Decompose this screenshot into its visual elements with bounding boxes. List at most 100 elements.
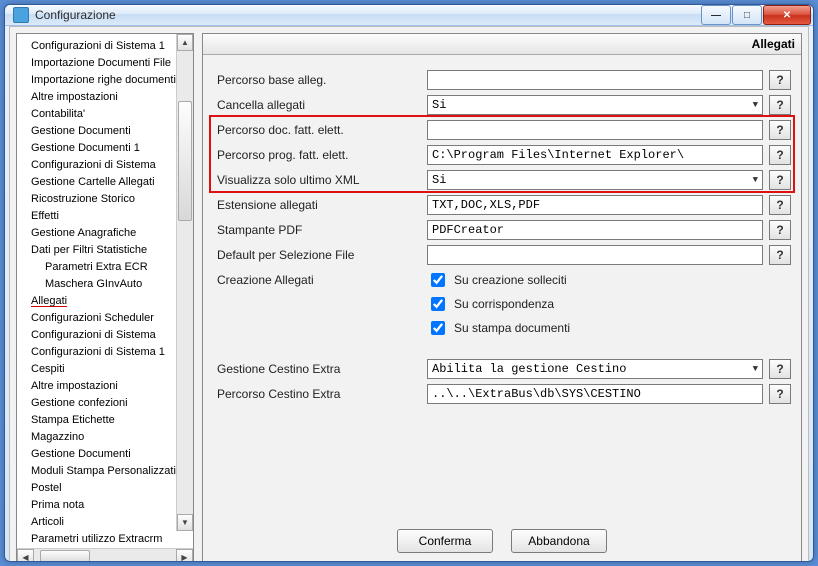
scroll-thumb-v[interactable]	[178, 101, 192, 221]
tree-item[interactable]: Gestione Anagrafiche	[17, 225, 193, 242]
app-icon	[13, 7, 29, 23]
row-cancella-allegati: Cancella allegati Si▼ ?	[213, 92, 791, 117]
checkbox-label-su-creazione: Su creazione solleciti	[454, 273, 567, 287]
label-estensione-allegati: Estensione allegati	[213, 198, 423, 212]
checkbox-su-corrispondenza[interactable]	[431, 297, 445, 311]
scroll-left-button[interactable]: ◀	[17, 549, 34, 562]
help-percorso-doc-fatt[interactable]: ?	[769, 120, 791, 140]
label-stampante-pdf: Stampante PDF	[213, 223, 423, 237]
chevron-down-icon: ▼	[753, 364, 758, 374]
maximize-button[interactable]: □	[732, 5, 762, 25]
help-stampante-pdf[interactable]: ?	[769, 220, 791, 240]
help-default-selezione[interactable]: ?	[769, 245, 791, 265]
tree-item[interactable]: Articoli	[17, 514, 193, 531]
label-percorso-base: Percorso base alleg.	[213, 73, 423, 87]
checkbox-row-su-stampa: Su stampa documenti	[213, 316, 791, 340]
label-percorso-cestino: Percorso Cestino Extra	[213, 387, 423, 401]
tree-item[interactable]: Gestione Documenti	[17, 446, 193, 463]
input-stampante-pdf[interactable]	[427, 220, 763, 240]
tree-item[interactable]: Magazzino	[17, 429, 193, 446]
tree-scrollbar-horizontal[interactable]: ◀ ▶	[17, 548, 193, 562]
tree-item[interactable]: Moduli Stampa Personalizzati	[17, 463, 193, 480]
tree-item[interactable]: Maschera GInvAuto	[17, 276, 193, 293]
scroll-down-button[interactable]: ▼	[177, 514, 193, 531]
abandon-button[interactable]: Abbandona	[511, 529, 607, 553]
row-gestione-cestino: Gestione Cestino Extra Abilita la gestio…	[213, 356, 791, 381]
checkbox-row-su-corrispondenza: Su corrispondenza	[213, 292, 791, 316]
combo-gestione-cestino[interactable]: Abilita la gestione Cestino ▼	[427, 359, 763, 379]
tree-item[interactable]: Allegati	[17, 293, 193, 310]
help-gestione-cestino[interactable]: ?	[769, 359, 791, 379]
navigation-tree[interactable]: Configurazioni di Sistema 1Importazione …	[17, 34, 193, 548]
tree-item[interactable]: Configurazioni Scheduler	[17, 310, 193, 327]
help-percorso-prog-fatt[interactable]: ?	[769, 145, 791, 165]
form-area: Percorso base alleg. ? Cancella allegati…	[203, 55, 801, 519]
app-window: Configurazione — □ ✕ Configurazioni di S…	[4, 4, 814, 562]
input-estensione-allegati[interactable]	[427, 195, 763, 215]
tree-item[interactable]: Effetti	[17, 208, 193, 225]
tree-item[interactable]: Cespiti	[17, 361, 193, 378]
close-button[interactable]: ✕	[763, 5, 811, 25]
window-title: Configurazione	[35, 8, 701, 22]
tree-item[interactable]: Altre impostazioni	[17, 89, 193, 106]
row-estensione-allegati: Estensione allegati ?	[213, 192, 791, 217]
combo-visualizza-ultimo-xml[interactable]: Si▼	[427, 170, 763, 190]
tree-item[interactable]: Gestione Documenti 1	[17, 140, 193, 157]
tree-item[interactable]: Stampa Etichette	[17, 412, 193, 429]
tree-item[interactable]: Contabilita'	[17, 106, 193, 123]
checkbox-label-su-stampa: Su stampa documenti	[454, 321, 570, 335]
row-visualizza-ultimo-xml: Visualizza solo ultimo XML Si▼ ?	[213, 167, 791, 192]
tree-item[interactable]: Importazione Documenti File	[17, 55, 193, 72]
checkbox-su-stampa[interactable]	[431, 321, 445, 335]
tree-item[interactable]: Configurazioni di Sistema 1	[17, 344, 193, 361]
tree-item[interactable]: Parametri Extra ECR	[17, 259, 193, 276]
scroll-right-button[interactable]: ▶	[176, 549, 193, 562]
tree-item[interactable]: Ricostruzione Storico	[17, 191, 193, 208]
tree-item[interactable]: Gestione Cartelle Allegati	[17, 174, 193, 191]
scroll-thumb-h[interactable]	[40, 550, 90, 562]
help-percorso-base[interactable]: ?	[769, 70, 791, 90]
tree-item[interactable]: Postel	[17, 480, 193, 497]
input-percorso-base[interactable]	[427, 70, 763, 90]
label-percorso-doc-fatt: Percorso doc. fatt. elett.	[213, 123, 423, 137]
input-percorso-cestino[interactable]	[427, 384, 763, 404]
minimize-button[interactable]: —	[701, 5, 731, 25]
row-percorso-doc-fatt: Percorso doc. fatt. elett. ?	[213, 117, 791, 142]
window-controls: — □ ✕	[701, 5, 811, 25]
input-percorso-doc-fatt[interactable]	[427, 120, 763, 140]
combo-cancella-allegati[interactable]: Si▼	[427, 95, 763, 115]
help-estensione-allegati[interactable]: ?	[769, 195, 791, 215]
tree-item[interactable]: Gestione Documenti	[17, 123, 193, 140]
client-area: Configurazioni di Sistema 1Importazione …	[9, 26, 809, 562]
tree-item[interactable]: Gestione confezioni	[17, 395, 193, 412]
help-percorso-cestino[interactable]: ?	[769, 384, 791, 404]
tree-item[interactable]: Configurazioni di Sistema 1	[17, 38, 193, 55]
scroll-track-h[interactable]	[34, 549, 176, 562]
input-default-selezione[interactable]	[427, 245, 763, 265]
label-visualizza-ultimo-xml: Visualizza solo ultimo XML	[213, 173, 423, 187]
checkbox-label-su-corrispondenza: Su corrispondenza	[454, 297, 554, 311]
help-cancella-allegati[interactable]: ?	[769, 95, 791, 115]
input-percorso-prog-fatt[interactable]	[427, 145, 763, 165]
checkbox-su-creazione[interactable]	[431, 273, 445, 287]
help-visualizza-ultimo-xml[interactable]: ?	[769, 170, 791, 190]
tree-item[interactable]: Prima nota	[17, 497, 193, 514]
scroll-track-v[interactable]	[177, 51, 193, 514]
label-gestione-cestino: Gestione Cestino Extra	[213, 362, 423, 376]
row-stampante-pdf: Stampante PDF ?	[213, 217, 791, 242]
titlebar: Configurazione — □ ✕	[5, 5, 813, 26]
label-cancella-allegati: Cancella allegati	[213, 98, 423, 112]
tree-item[interactable]: Parametri utilizzo Extracrm	[17, 531, 193, 548]
navigation-tree-panel: Configurazioni di Sistema 1Importazione …	[16, 33, 194, 562]
tree-item[interactable]: Dati per Filtri Statistiche	[17, 242, 193, 259]
tree-item[interactable]: Importazione righe documenti	[17, 72, 193, 89]
confirm-button[interactable]: Conferma	[397, 529, 493, 553]
label-creazione-allegati: Creazione Allegati	[213, 273, 423, 287]
combo-value: Abilita la gestione Cestino	[432, 362, 626, 376]
scroll-up-button[interactable]: ▲	[177, 34, 193, 51]
tree-item[interactable]: Configurazioni di Sistema	[17, 157, 193, 174]
row-default-selezione: Default per Selezione File ?	[213, 242, 791, 267]
tree-item[interactable]: Altre impostazioni	[17, 378, 193, 395]
tree-item[interactable]: Configurazioni di Sistema	[17, 327, 193, 344]
tree-scrollbar-vertical[interactable]: ▲ ▼	[176, 34, 193, 531]
